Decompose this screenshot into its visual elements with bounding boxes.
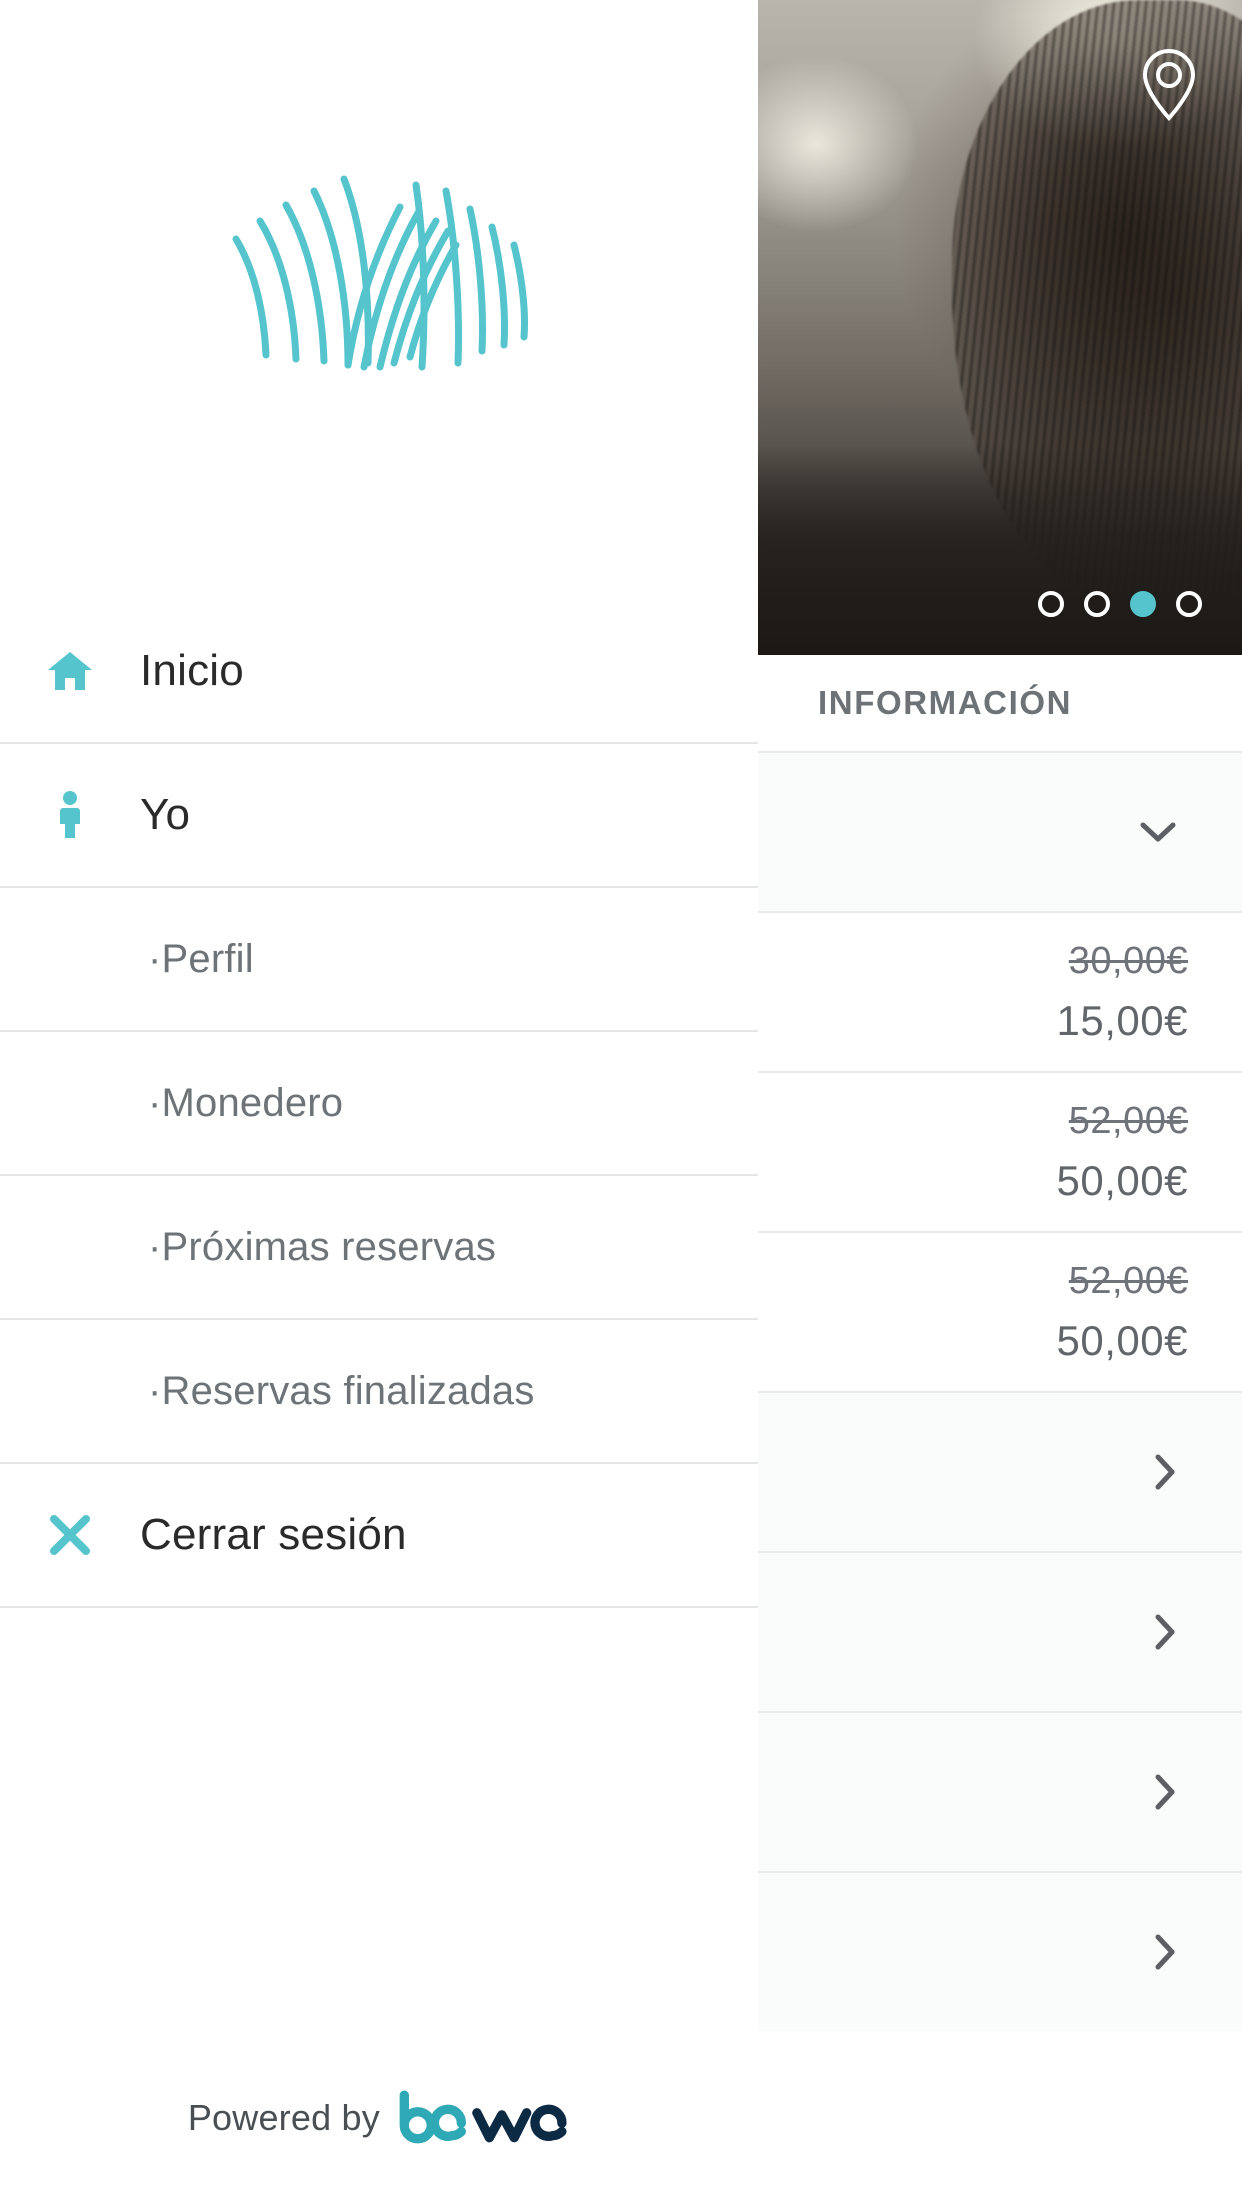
location-pin-icon[interactable] xyxy=(1138,48,1200,122)
main-content: INFORMACIÓN 30,00€ 15,00€ 52,00€ 50,00€ … xyxy=(758,0,1242,2208)
link-row-4[interactable] xyxy=(758,1871,1242,2031)
price-new: 50,00€ xyxy=(1056,1156,1188,1204)
chevron-right-icon[interactable] xyxy=(1152,1612,1188,1652)
sidebar-item-yo[interactable]: Yo xyxy=(0,744,758,888)
hero-carousel[interactable] xyxy=(758,0,1242,655)
chevron-right-icon[interactable] xyxy=(1152,1452,1188,1492)
carousel-dots[interactable] xyxy=(1038,591,1202,617)
sidebar-item-label: ·Perfil xyxy=(148,936,254,981)
carousel-dot[interactable] xyxy=(1176,591,1202,617)
sidebar-item-label: Yo xyxy=(140,790,191,839)
person-icon xyxy=(0,791,140,839)
sidebar-item-inicio[interactable]: Inicio xyxy=(0,600,758,744)
price-old: 30,00€ xyxy=(1068,939,1188,982)
price-row-1[interactable]: 30,00€ 15,00€ xyxy=(758,911,1242,1071)
chevron-right-icon[interactable] xyxy=(1152,1772,1188,1812)
sidebar-item-cerrar-sesion[interactable]: Cerrar sesión xyxy=(0,1464,758,1608)
sidebar-item-proximas-reservas[interactable]: ·Próximas reservas xyxy=(0,1176,758,1320)
powered-by-footer: Powered by xyxy=(0,2090,758,2146)
info-expander-row[interactable] xyxy=(758,751,1242,911)
carousel-dot[interactable] xyxy=(1084,591,1110,617)
chevron-right-icon[interactable] xyxy=(1152,1932,1188,1972)
price-new: 50,00€ xyxy=(1056,1316,1188,1364)
link-row-3[interactable] xyxy=(758,1711,1242,1871)
link-row-1[interactable] xyxy=(758,1391,1242,1551)
app-screen: Inicio Yo ·Perfil ·Monedero ·Próximas re… xyxy=(0,0,1242,2208)
price-old: 52,00€ xyxy=(1068,1259,1188,1302)
home-icon xyxy=(0,650,140,692)
sidebar-item-label: Inicio xyxy=(140,646,244,695)
price-stack: 52,00€ 50,00€ xyxy=(1057,1074,1188,1231)
sidebar-item-perfil[interactable]: ·Perfil xyxy=(0,888,758,1032)
sidebar-item-monedero[interactable]: ·Monedero xyxy=(0,1032,758,1176)
sidebar-item-reservas-finalizadas[interactable]: ·Reservas finalizadas xyxy=(0,1320,758,1464)
bewe-logo-icon xyxy=(399,2090,567,2144)
price-old: 52,00€ xyxy=(1068,1099,1188,1142)
sidebar-item-label: ·Monedero xyxy=(148,1080,344,1125)
close-x-icon xyxy=(0,1512,140,1558)
navigation-drawer: Inicio Yo ·Perfil ·Monedero ·Próximas re… xyxy=(0,0,758,2208)
brand-logo xyxy=(0,0,758,600)
carousel-dot-active[interactable] xyxy=(1130,591,1156,617)
price-stack: 52,00€ 50,00€ xyxy=(1057,1234,1188,1391)
carousel-dot[interactable] xyxy=(1038,591,1064,617)
sidebar-item-label: ·Próximas reservas xyxy=(148,1224,497,1269)
price-new: 15,00€ xyxy=(1056,996,1188,1044)
powered-by-label: Powered by xyxy=(187,2097,380,2138)
sidebar-item-label: Cerrar sesión xyxy=(140,1510,407,1559)
chevron-down-icon[interactable] xyxy=(1138,819,1188,845)
section-title-informacion: INFORMACIÓN xyxy=(758,655,1242,751)
price-row-2[interactable]: 52,00€ 50,00€ xyxy=(758,1071,1242,1231)
salon-logo-icon xyxy=(232,175,528,371)
price-row-3[interactable]: 52,00€ 50,00€ xyxy=(758,1231,1242,1391)
link-row-2[interactable] xyxy=(758,1551,1242,1711)
drawer-menu: Inicio Yo ·Perfil ·Monedero ·Próximas re… xyxy=(0,600,758,1608)
hero-gradient-overlay xyxy=(758,445,1242,655)
sidebar-item-label: ·Reservas finalizadas xyxy=(148,1368,535,1413)
price-stack: 30,00€ 15,00€ xyxy=(1057,914,1188,1071)
